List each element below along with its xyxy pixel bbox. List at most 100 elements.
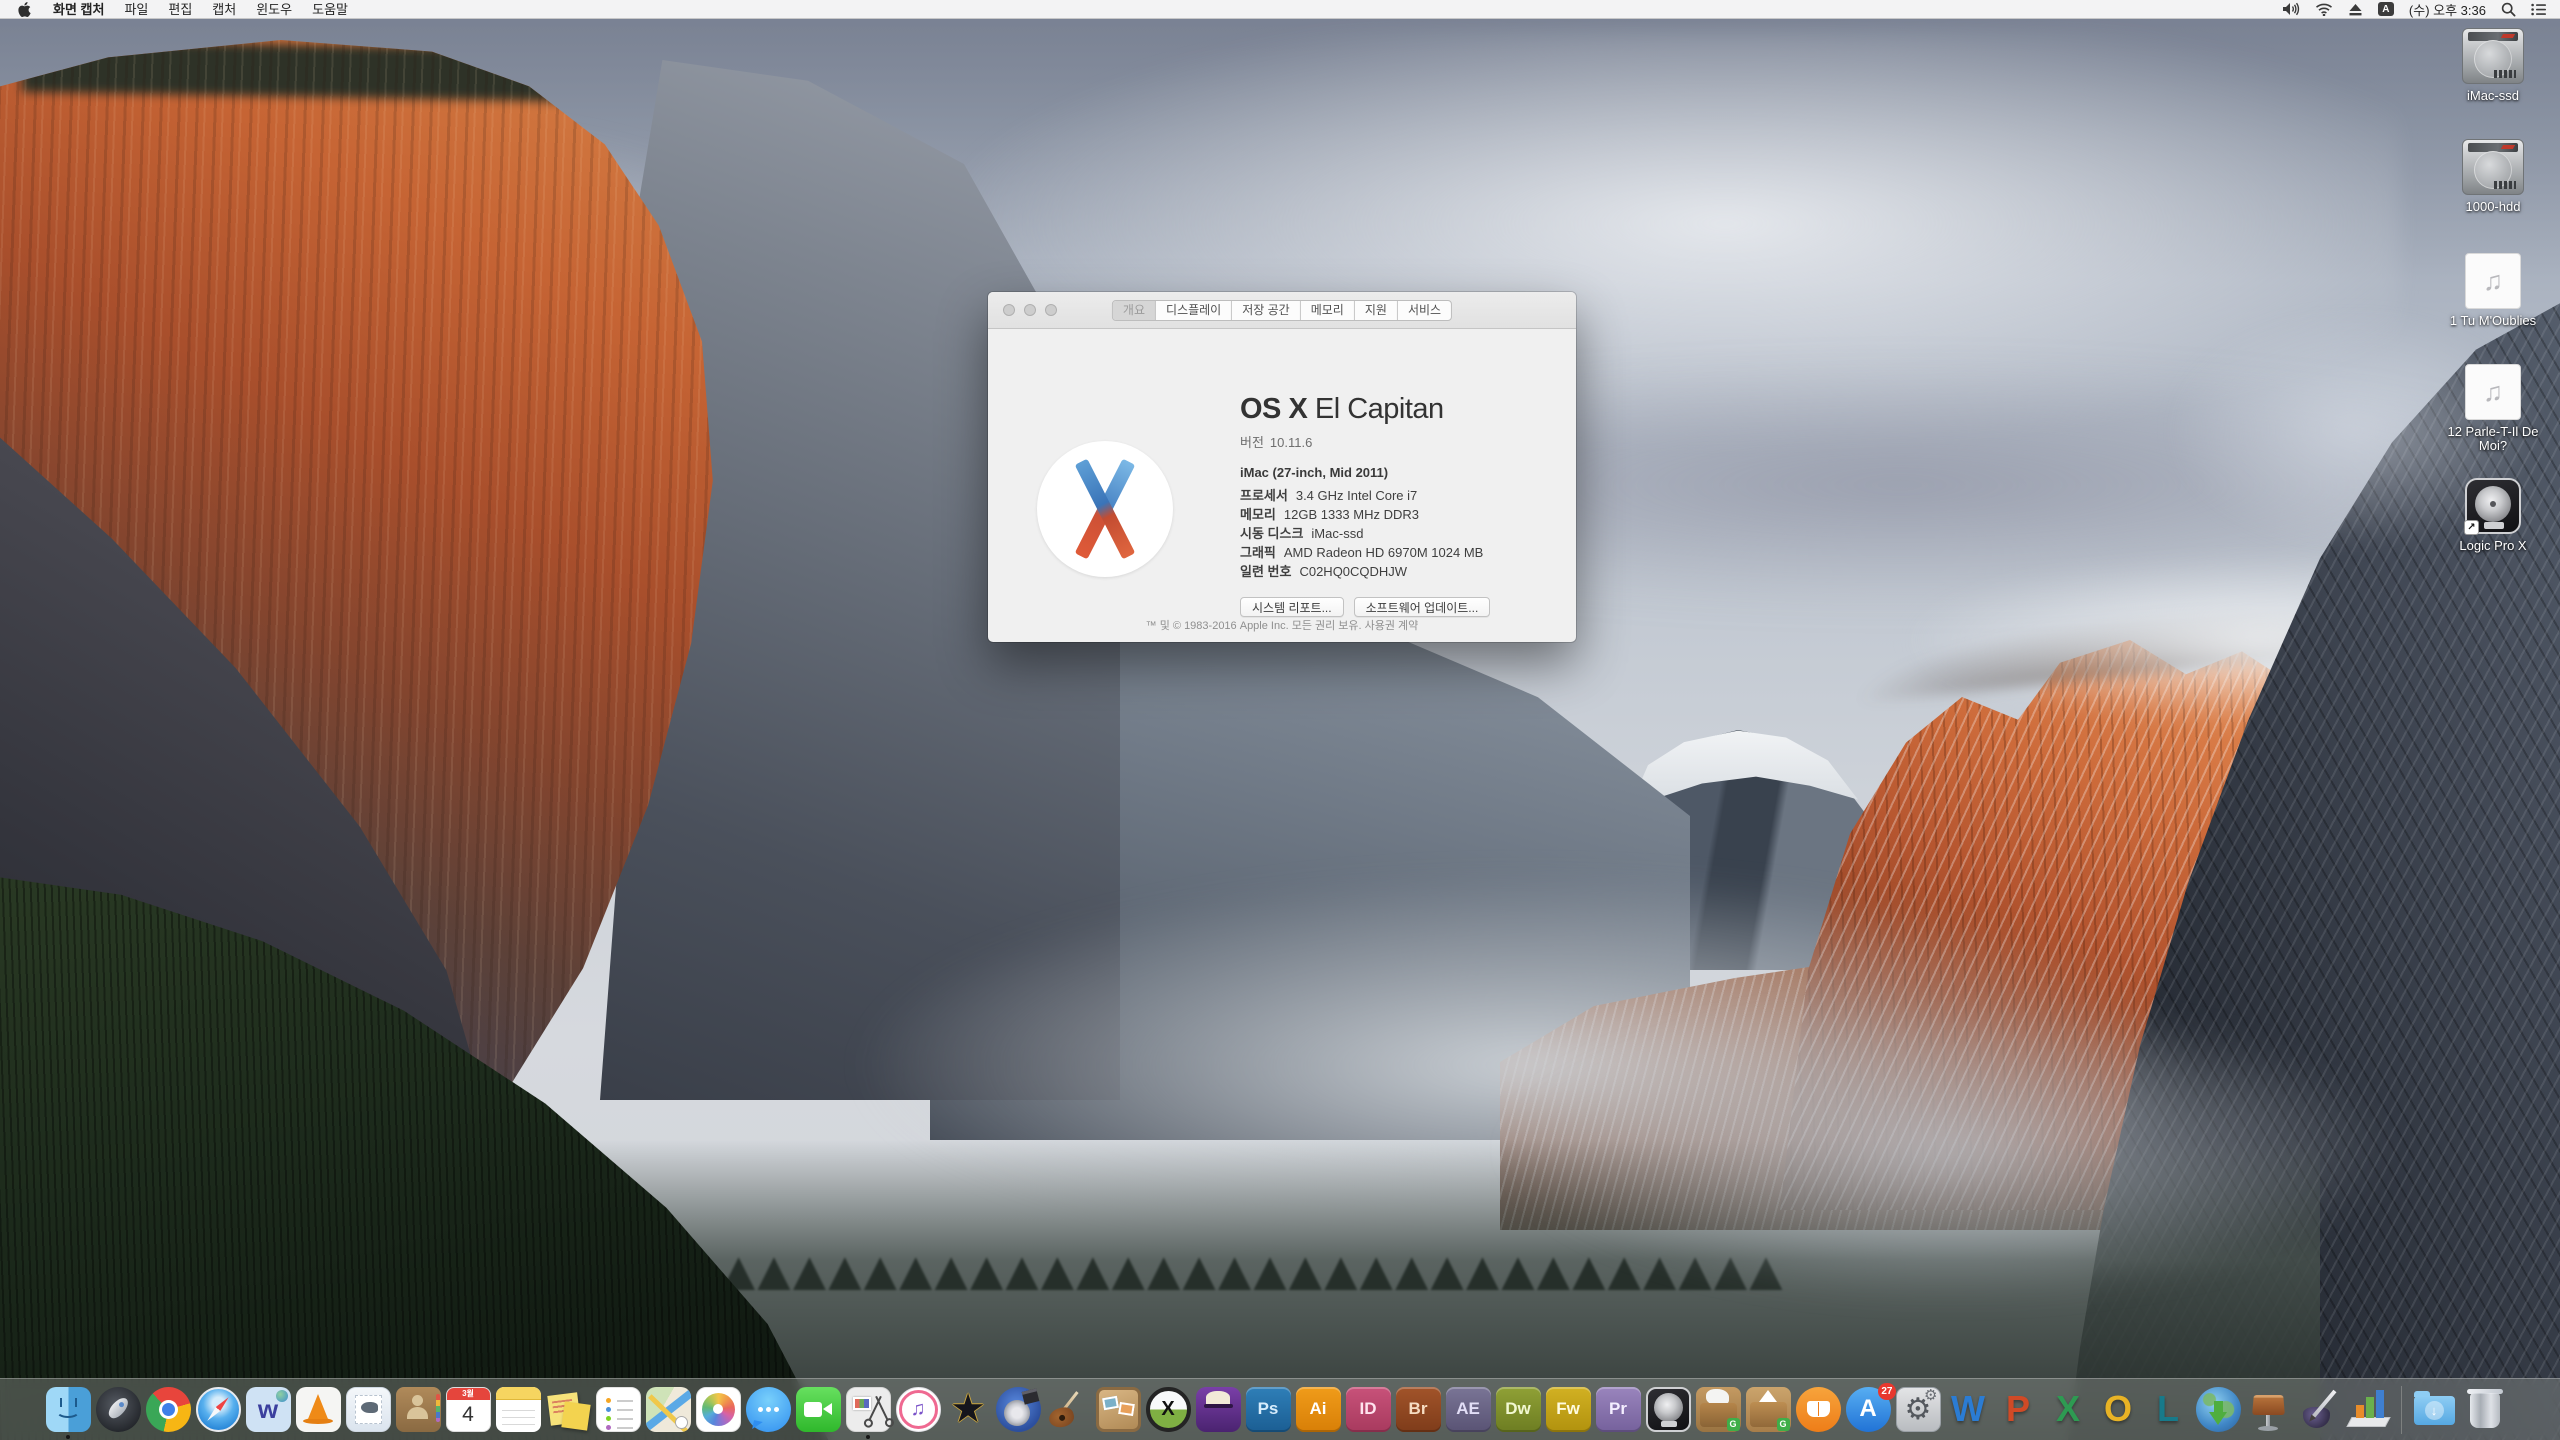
dock-item-stuffit-expander[interactable]: G bbox=[1693, 1381, 1743, 1437]
dock-item-contacts[interactable] bbox=[393, 1381, 443, 1437]
dock-item-reminders[interactable] bbox=[593, 1381, 643, 1437]
desktop: 화면 캡처 파일 편집 캡처 윈도우 도움말 A (수) 오후 3:36 bbox=[0, 0, 2560, 1440]
desktop-icon-1000-hdd[interactable]: 1000-hdd bbox=[2432, 139, 2554, 214]
tab-storage[interactable]: 저장 공간 bbox=[1232, 301, 1301, 320]
dock-item-quark-xpress[interactable]: X bbox=[1143, 1381, 1193, 1437]
grab-icon bbox=[846, 1387, 891, 1432]
menu-window[interactable]: 윈도우 bbox=[246, 0, 302, 18]
spotlight-menu[interactable] bbox=[2498, 0, 2519, 18]
dock-item-after-effects[interactable]: AE bbox=[1443, 1381, 1493, 1437]
volume-menu[interactable] bbox=[2279, 0, 2303, 18]
dock-item-keynote[interactable] bbox=[2243, 1381, 2293, 1437]
indesign-icon: ID bbox=[1346, 1387, 1391, 1432]
tab-memory[interactable]: 메모리 bbox=[1301, 301, 1355, 320]
apple-menu[interactable] bbox=[0, 2, 43, 17]
dock-item-messages[interactable] bbox=[743, 1381, 793, 1437]
dock-item-facetime[interactable] bbox=[793, 1381, 843, 1437]
os-version: 버전10.11.6 bbox=[1240, 432, 1312, 451]
menu-edit[interactable]: 편집 bbox=[158, 0, 202, 18]
dock-item-pages[interactable] bbox=[2293, 1381, 2343, 1437]
reminders-icon bbox=[596, 1387, 641, 1432]
desktop-icon-imac-ssd[interactable]: iMac-ssd bbox=[2432, 28, 2554, 103]
desktop-icon-logic-pro-x[interactable]: Logic Pro X bbox=[2432, 478, 2554, 553]
dock-item-outlook[interactable]: O bbox=[2093, 1381, 2143, 1437]
desktop-icon-audio-file-2[interactable]: 12 Parle-T-Il De Moi? bbox=[2432, 364, 2554, 453]
dock-item-imovie[interactable] bbox=[943, 1381, 993, 1437]
desktop-icon-audio-file-1[interactable]: 1 Tu M'Oublies bbox=[2432, 253, 2554, 328]
w-browser-icon: w bbox=[246, 1387, 291, 1432]
dock-item-powerpoint[interactable]: P bbox=[1993, 1381, 2043, 1437]
dock-item-word[interactable]: W bbox=[1943, 1381, 1993, 1437]
eject-menu[interactable] bbox=[2345, 0, 2366, 18]
dock-item-bridge[interactable]: Br bbox=[1393, 1381, 1443, 1437]
dock-item-photos[interactable] bbox=[693, 1381, 743, 1437]
dock-item-premiere[interactable]: Pr bbox=[1593, 1381, 1643, 1437]
close-button[interactable] bbox=[1003, 304, 1015, 316]
menu-help[interactable]: 도움말 bbox=[302, 0, 358, 18]
dock-item-web-downloader[interactable] bbox=[2193, 1381, 2243, 1437]
dock-item-ibooks[interactable] bbox=[1793, 1381, 1843, 1437]
word-icon: W bbox=[1946, 1387, 1991, 1432]
input-source-menu[interactable]: A bbox=[2375, 0, 2397, 18]
dock-item-stickies[interactable] bbox=[543, 1381, 593, 1437]
dock-item-dvd-player[interactable] bbox=[993, 1381, 1043, 1437]
tab-service[interactable]: 서비스 bbox=[1398, 301, 1451, 320]
dock-item-logic-pro[interactable] bbox=[1643, 1381, 1693, 1437]
about-this-mac-window: 개요 디스플레이 저장 공간 메모리 지원 서비스 OS X El Capita… bbox=[988, 292, 1576, 642]
dock-item-launchpad[interactable] bbox=[93, 1381, 143, 1437]
dock-item-w-browser[interactable]: w bbox=[243, 1381, 293, 1437]
dock-item-calendar[interactable]: 3월4 bbox=[443, 1381, 493, 1437]
menu-clock[interactable]: (수) 오후 3:36 bbox=[2406, 0, 2489, 18]
dock-item-dreamweaver[interactable]: Dw bbox=[1493, 1381, 1543, 1437]
spec-graphics: 그래픽AMD Radeon HD 6970M 1024 MB bbox=[1240, 543, 1483, 562]
notification-center-menu[interactable] bbox=[2528, 0, 2550, 18]
dock-item-numbers[interactable] bbox=[2343, 1381, 2393, 1437]
menu-capture[interactable]: 캡처 bbox=[202, 0, 246, 18]
dock-item-vlc[interactable] bbox=[293, 1381, 343, 1437]
wifi-menu[interactable] bbox=[2312, 0, 2336, 18]
minimize-button[interactable] bbox=[1024, 304, 1036, 316]
dock-item-grab[interactable] bbox=[843, 1381, 893, 1437]
dock-item-photo-collage[interactable] bbox=[1093, 1381, 1143, 1437]
tab-overview[interactable]: 개요 bbox=[1113, 301, 1156, 320]
imovie-icon bbox=[946, 1387, 991, 1432]
tab-displays[interactable]: 디스플레이 bbox=[1156, 301, 1232, 320]
system-report-button[interactable]: 시스템 리포트... bbox=[1240, 597, 1344, 617]
notes-icon bbox=[496, 1387, 541, 1432]
logic-pro-icon bbox=[2465, 478, 2521, 534]
tab-support[interactable]: 지원 bbox=[1355, 301, 1398, 320]
dock-item-fireworks[interactable]: Fw bbox=[1543, 1381, 1593, 1437]
calendar-icon: 3월4 bbox=[446, 1387, 491, 1432]
dock-item-trash[interactable] bbox=[2459, 1381, 2509, 1437]
logic-pro-icon bbox=[1646, 1387, 1691, 1432]
dock-item-system-preferences[interactable] bbox=[1893, 1381, 1943, 1437]
stuffit-deluxe-icon: G bbox=[1746, 1387, 1791, 1432]
dock-item-photoshop[interactable]: Ps bbox=[1243, 1381, 1293, 1437]
dock-item-mail[interactable] bbox=[343, 1381, 393, 1437]
dock-item-excel[interactable]: X bbox=[2043, 1381, 2093, 1437]
dock-item-app-store[interactable]: A27 bbox=[1843, 1381, 1893, 1437]
dock-item-notes[interactable] bbox=[493, 1381, 543, 1437]
dock-item-finder[interactable] bbox=[43, 1381, 93, 1437]
dock-item-downloads[interactable]: ↓ bbox=[2409, 1381, 2459, 1437]
globe-download-icon bbox=[2196, 1387, 2241, 1432]
dock-item-lync[interactable]: L bbox=[2143, 1381, 2193, 1437]
dock-item-indesign[interactable]: ID bbox=[1343, 1381, 1393, 1437]
dock-item-safari[interactable] bbox=[193, 1381, 243, 1437]
desktop-icon-label: iMac-ssd bbox=[2432, 89, 2554, 103]
software-update-button[interactable]: 소프트웨어 업데이트... bbox=[1354, 597, 1491, 617]
dock-item-garageband[interactable] bbox=[1043, 1381, 1093, 1437]
dock-item-illustrator[interactable]: Ai bbox=[1293, 1381, 1343, 1437]
window-titlebar[interactable]: 개요 디스플레이 저장 공간 메모리 지원 서비스 bbox=[988, 292, 1576, 329]
menu-file[interactable]: 파일 bbox=[114, 0, 158, 18]
dock-item-maps[interactable] bbox=[643, 1381, 693, 1437]
dock-item-stuffit-deluxe[interactable]: G bbox=[1743, 1381, 1793, 1437]
audio-file-icon bbox=[2465, 253, 2521, 309]
dock-item-chrome[interactable] bbox=[143, 1381, 193, 1437]
menu-app-name[interactable]: 화면 캡처 bbox=[43, 0, 114, 18]
about-window-content: OS X El Capitan 버전10.11.6 iMac (27-inch,… bbox=[988, 329, 1576, 641]
dock-item-toast[interactable] bbox=[1193, 1381, 1243, 1437]
zoom-button[interactable] bbox=[1045, 304, 1057, 316]
excel-icon: X bbox=[2046, 1387, 2091, 1432]
dock-item-itunes[interactable]: ♫ bbox=[893, 1381, 943, 1437]
